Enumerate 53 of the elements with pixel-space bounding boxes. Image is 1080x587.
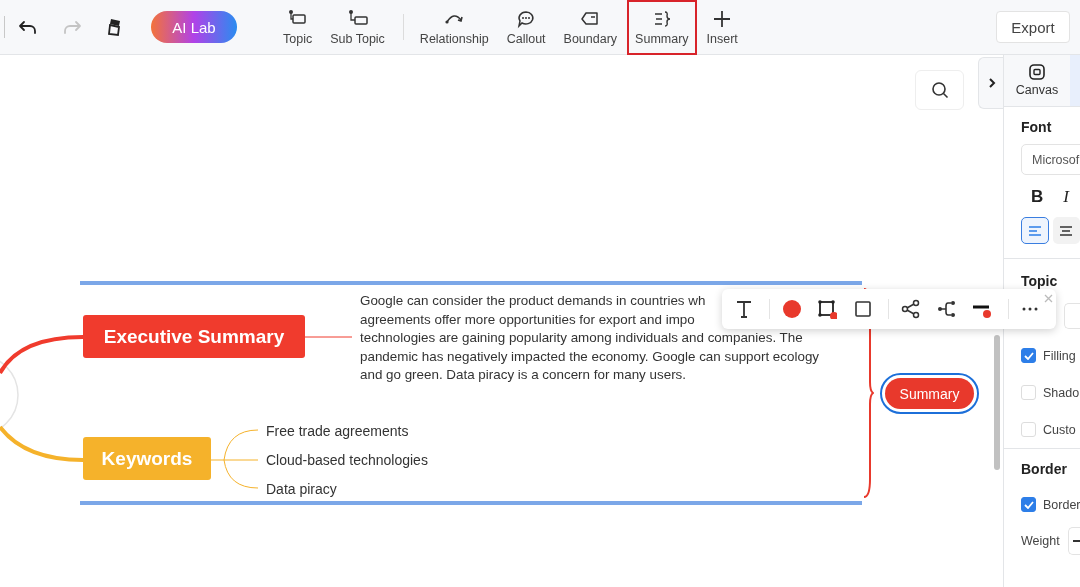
- plus-icon: [712, 8, 733, 29]
- tool-button[interactable]: Summary: [627, 0, 697, 55]
- section-heading: Font: [1021, 119, 1053, 135]
- shape-field[interactable]: [1064, 303, 1080, 329]
- topic-note-line: pandemic has negatively impacted the economy. Google can support ecology: [360, 347, 820, 366]
- topic-note-line: and go green. Data piracy is a concern for many users.: [360, 366, 686, 385]
- tool-button[interactable]: Topic: [275, 0, 321, 55]
- tool-button[interactable]: Sub Topic: [322, 0, 393, 55]
- tool-button[interactable]: Boundary: [555, 0, 626, 55]
- tool-button[interactable]: Relationship: [411, 0, 497, 55]
- speech-bubble-icon: [516, 8, 537, 29]
- topic-node[interactable]: Executive Summary: [83, 315, 305, 358]
- branch-line: [211, 429, 259, 489]
- font-family-field[interactable]: Microsof: [1021, 144, 1080, 175]
- option-label: Filling: [1043, 348, 1076, 363]
- topic-note-line: agreements offer more opportunities for export and impo: [360, 310, 695, 329]
- align-center-icon: [1059, 224, 1074, 237]
- checkbox[interactable]: [1021, 348, 1036, 363]
- branch-icon[interactable]: [936, 299, 957, 319]
- section-heading: Topic: [1021, 273, 1058, 289]
- scrollbar[interactable]: [994, 335, 1000, 470]
- subtopic-text[interactable]: Free trade agreements: [266, 423, 409, 439]
- ai-lab-button[interactable]: AI Lab: [151, 11, 237, 43]
- option-label: Custo: [1043, 422, 1076, 437]
- fill-color-icon[interactable]: [782, 299, 803, 319]
- canvas-icon: [1029, 64, 1045, 80]
- square-icon[interactable]: [852, 299, 873, 319]
- align-left-button[interactable]: [1021, 217, 1049, 244]
- weight-field[interactable]: [1067, 527, 1080, 555]
- check-icon: [1023, 351, 1034, 360]
- border-icon[interactable]: [817, 299, 838, 319]
- option-label: Border: [1043, 497, 1080, 512]
- align-left-icon: [1027, 224, 1042, 237]
- checkbox[interactable]: [1021, 497, 1036, 512]
- subtopic-text[interactable]: Cloud-based technologies: [266, 452, 428, 468]
- topic-note-line: Google can consider the product demands in countries wh: [360, 292, 706, 310]
- tool-button[interactable]: Callout: [498, 0, 554, 55]
- tool-button[interactable]: Insert: [698, 0, 746, 55]
- align-center-button[interactable]: [1052, 217, 1080, 244]
- share-icon[interactable]: [901, 299, 922, 319]
- chevron-right-icon: [987, 77, 996, 89]
- export-button[interactable]: Export: [996, 11, 1070, 43]
- subtopic-text[interactable]: Data piracy: [266, 481, 337, 497]
- branch-line: [305, 336, 353, 338]
- italic-button[interactable]: I: [1063, 187, 1069, 207]
- search-icon: [930, 81, 949, 99]
- section-heading: Border: [1021, 461, 1068, 477]
- weight-label: Weight: [1021, 534, 1060, 548]
- topic-note-line: technologies are gaining popularity among individuals and companies. The: [360, 329, 803, 348]
- search-button[interactable]: [915, 70, 964, 110]
- check-icon: [1023, 500, 1034, 509]
- option-label: Shado: [1043, 385, 1080, 400]
- bold-button[interactable]: B: [1031, 187, 1044, 207]
